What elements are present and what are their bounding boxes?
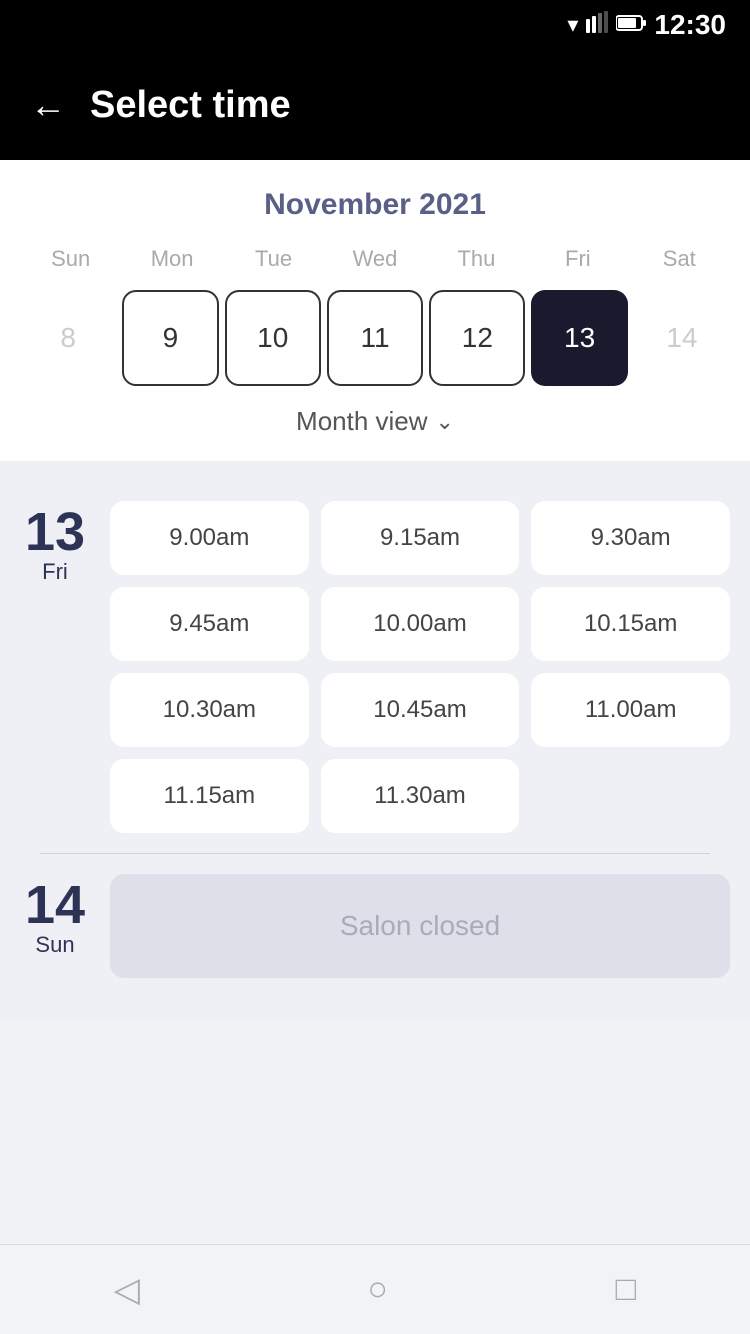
day-header-wed: Wed (324, 242, 425, 276)
day-name-sun: Sun (35, 932, 74, 958)
chevron-down-icon: ⌄ (436, 409, 454, 435)
day-cell-11[interactable]: 11 (327, 290, 423, 386)
month-view-label: Month view (296, 406, 428, 437)
nav-home-button[interactable]: ○ (368, 1270, 389, 1309)
page-title: Select time (90, 84, 291, 127)
day-number-block-13: 13 Fri (20, 501, 90, 833)
month-label: November 2021 (20, 188, 730, 222)
time-slots-grid-13: 9.00am 9.15am 9.30am 9.45am 10.00am 10.1… (110, 501, 730, 833)
time-slot-930am[interactable]: 9.30am (531, 501, 730, 575)
day-number-14: 14 (25, 878, 85, 932)
day-cell-9[interactable]: 9 (122, 290, 218, 386)
time-slot-1000am[interactable]: 10.00am (321, 587, 520, 661)
day-number-13: 13 (25, 505, 85, 559)
day-headers: Sun Mon Tue Wed Thu Fri Sat (20, 242, 730, 276)
day-cell-8[interactable]: 8 (20, 290, 116, 386)
day-row: 8 9 10 11 12 13 14 (20, 286, 730, 390)
time-slot-1115am[interactable]: 11.15am (110, 759, 309, 833)
time-slot-945am[interactable]: 9.45am (110, 587, 309, 661)
day-number-block-14: 14 Sun (20, 874, 90, 978)
day-name-fri: Fri (42, 559, 68, 585)
day-block-13: 13 Fri 9.00am 9.15am 9.30am 9.45am 10.00… (20, 481, 730, 853)
day-header-mon: Mon (121, 242, 222, 276)
time-slot-915am[interactable]: 9.15am (321, 501, 520, 575)
day-cell-14[interactable]: 14 (634, 290, 730, 386)
time-slot-1130am[interactable]: 11.30am (321, 759, 520, 833)
wifi-icon: ▾ (567, 12, 578, 38)
day-header-fri: Fri (527, 242, 628, 276)
time-slot-1045am[interactable]: 10.45am (321, 673, 520, 747)
salon-closed-message: Salon closed (110, 874, 730, 978)
month-view-toggle[interactable]: Month view ⌄ (20, 390, 730, 445)
time-slot-1100am[interactable]: 11.00am (531, 673, 730, 747)
signal-icon (586, 11, 608, 39)
day-cell-10[interactable]: 10 (225, 290, 321, 386)
status-bar: ▾ 12:30 (0, 0, 750, 50)
day-cell-13[interactable]: 13 (531, 290, 627, 386)
header: ← Select time (0, 50, 750, 160)
time-display: 12:30 (654, 9, 726, 41)
nav-recent-button[interactable]: □ (616, 1270, 637, 1309)
day-header-tue: Tue (223, 242, 324, 276)
day-header-sat: Sat (629, 242, 730, 276)
time-slot-1030am[interactable]: 10.30am (110, 673, 309, 747)
time-slot-1015am[interactable]: 10.15am (531, 587, 730, 661)
day-block-14: 14 Sun Salon closed (20, 854, 730, 998)
calendar-section: November 2021 Sun Mon Tue Wed Thu Fri Sa… (0, 160, 750, 461)
day-header-thu: Thu (426, 242, 527, 276)
status-icons: ▾ (567, 11, 646, 39)
day-cell-12[interactable]: 12 (429, 290, 525, 386)
bottom-nav: ◁ ○ □ (0, 1244, 750, 1334)
time-section: 13 Fri 9.00am 9.15am 9.30am 9.45am 10.00… (0, 461, 750, 1018)
nav-back-button[interactable]: ◁ (114, 1270, 140, 1310)
back-button[interactable]: ← (30, 87, 66, 123)
time-slot-900am[interactable]: 9.00am (110, 501, 309, 575)
battery-icon (616, 12, 646, 38)
day-header-sun: Sun (20, 242, 121, 276)
